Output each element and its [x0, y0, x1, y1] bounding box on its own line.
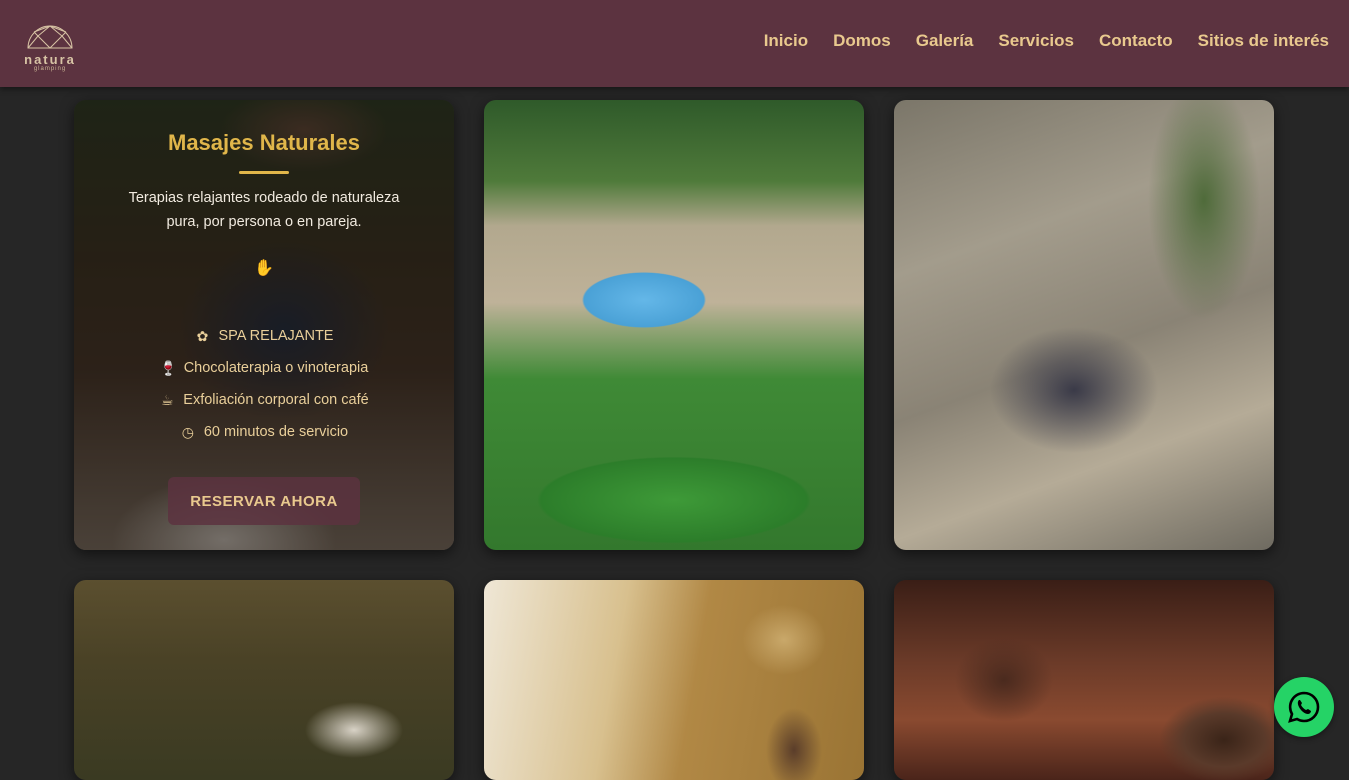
natura-logo[interactable]: natura glamping: [18, 12, 82, 74]
nav-servicios[interactable]: Servicios: [998, 31, 1074, 51]
service-card-masajes: Masajes Naturales Terapias relajantes ro…: [74, 100, 454, 550]
main-nav: Inicio Domos Galería Servicios Contacto …: [739, 31, 1329, 51]
dome-logo-icon: [27, 25, 73, 49]
rappel-climbing-photo: [894, 100, 1274, 550]
dome-interior-photo: [484, 580, 864, 780]
gallery-card[interactable]: [894, 100, 1274, 550]
feature-item: ✿ SPA RELAJANTE: [74, 320, 454, 352]
feature-item: ☕ Exfoliación corporal con café: [74, 384, 454, 416]
feature-list: ✿ SPA RELAJANTE 🍷 Chocolaterapia o vinot…: [74, 320, 454, 448]
feature-text: 60 minutos de servicio: [203, 424, 349, 440]
coffee-cup-icon: ☕: [161, 391, 174, 408]
wine-glass-icon: 🍷: [159, 359, 178, 376]
feature-text: Exfoliación corporal con café: [183, 392, 369, 408]
feature-item: ◷ 60 minutos de servicio: [74, 416, 454, 448]
nav-inicio[interactable]: Inicio: [764, 31, 808, 51]
coffee-cup-photo: [894, 580, 1274, 780]
whatsapp-button[interactable]: [1274, 677, 1334, 737]
massage-hand-icon: ✋: [254, 260, 274, 277]
whatsapp-icon: [1288, 691, 1320, 723]
service-title: Masajes Naturales: [168, 130, 360, 155]
reserve-button[interactable]: RESERVAR AHORA: [168, 477, 360, 525]
service-description: Terapias relajantes rodeado de naturalez…: [128, 190, 400, 230]
feature-item: 🍷 Chocolaterapia o vinoterapia: [74, 352, 454, 384]
gallery-card[interactable]: [484, 100, 864, 550]
title-underline: [239, 171, 289, 174]
feature-text: Chocolaterapia o vinoterapia: [183, 360, 369, 376]
site-header: natura glamping Inicio Domos Galería Ser…: [0, 0, 1349, 87]
gallery-card[interactable]: [484, 580, 864, 780]
clock-icon: ◷: [181, 423, 194, 440]
nav-contacto[interactable]: Contacto: [1099, 31, 1173, 51]
feature-text: SPA RELAJANTE: [218, 328, 334, 344]
logo-wordmark: natura: [24, 52, 76, 67]
lotus-icon: ✿: [196, 327, 209, 344]
dome-forest-photo: [74, 580, 454, 780]
nav-domos[interactable]: Domos: [833, 31, 891, 51]
nav-galeria[interactable]: Galería: [916, 31, 974, 51]
gallery-card[interactable]: [74, 580, 454, 780]
yoga-pool-photo: [484, 100, 864, 550]
logo-subtitle: glamping: [33, 66, 67, 72]
gallery-card[interactable]: [894, 580, 1274, 780]
nav-sitios-de-interes[interactable]: Sitios de interés: [1198, 31, 1329, 51]
